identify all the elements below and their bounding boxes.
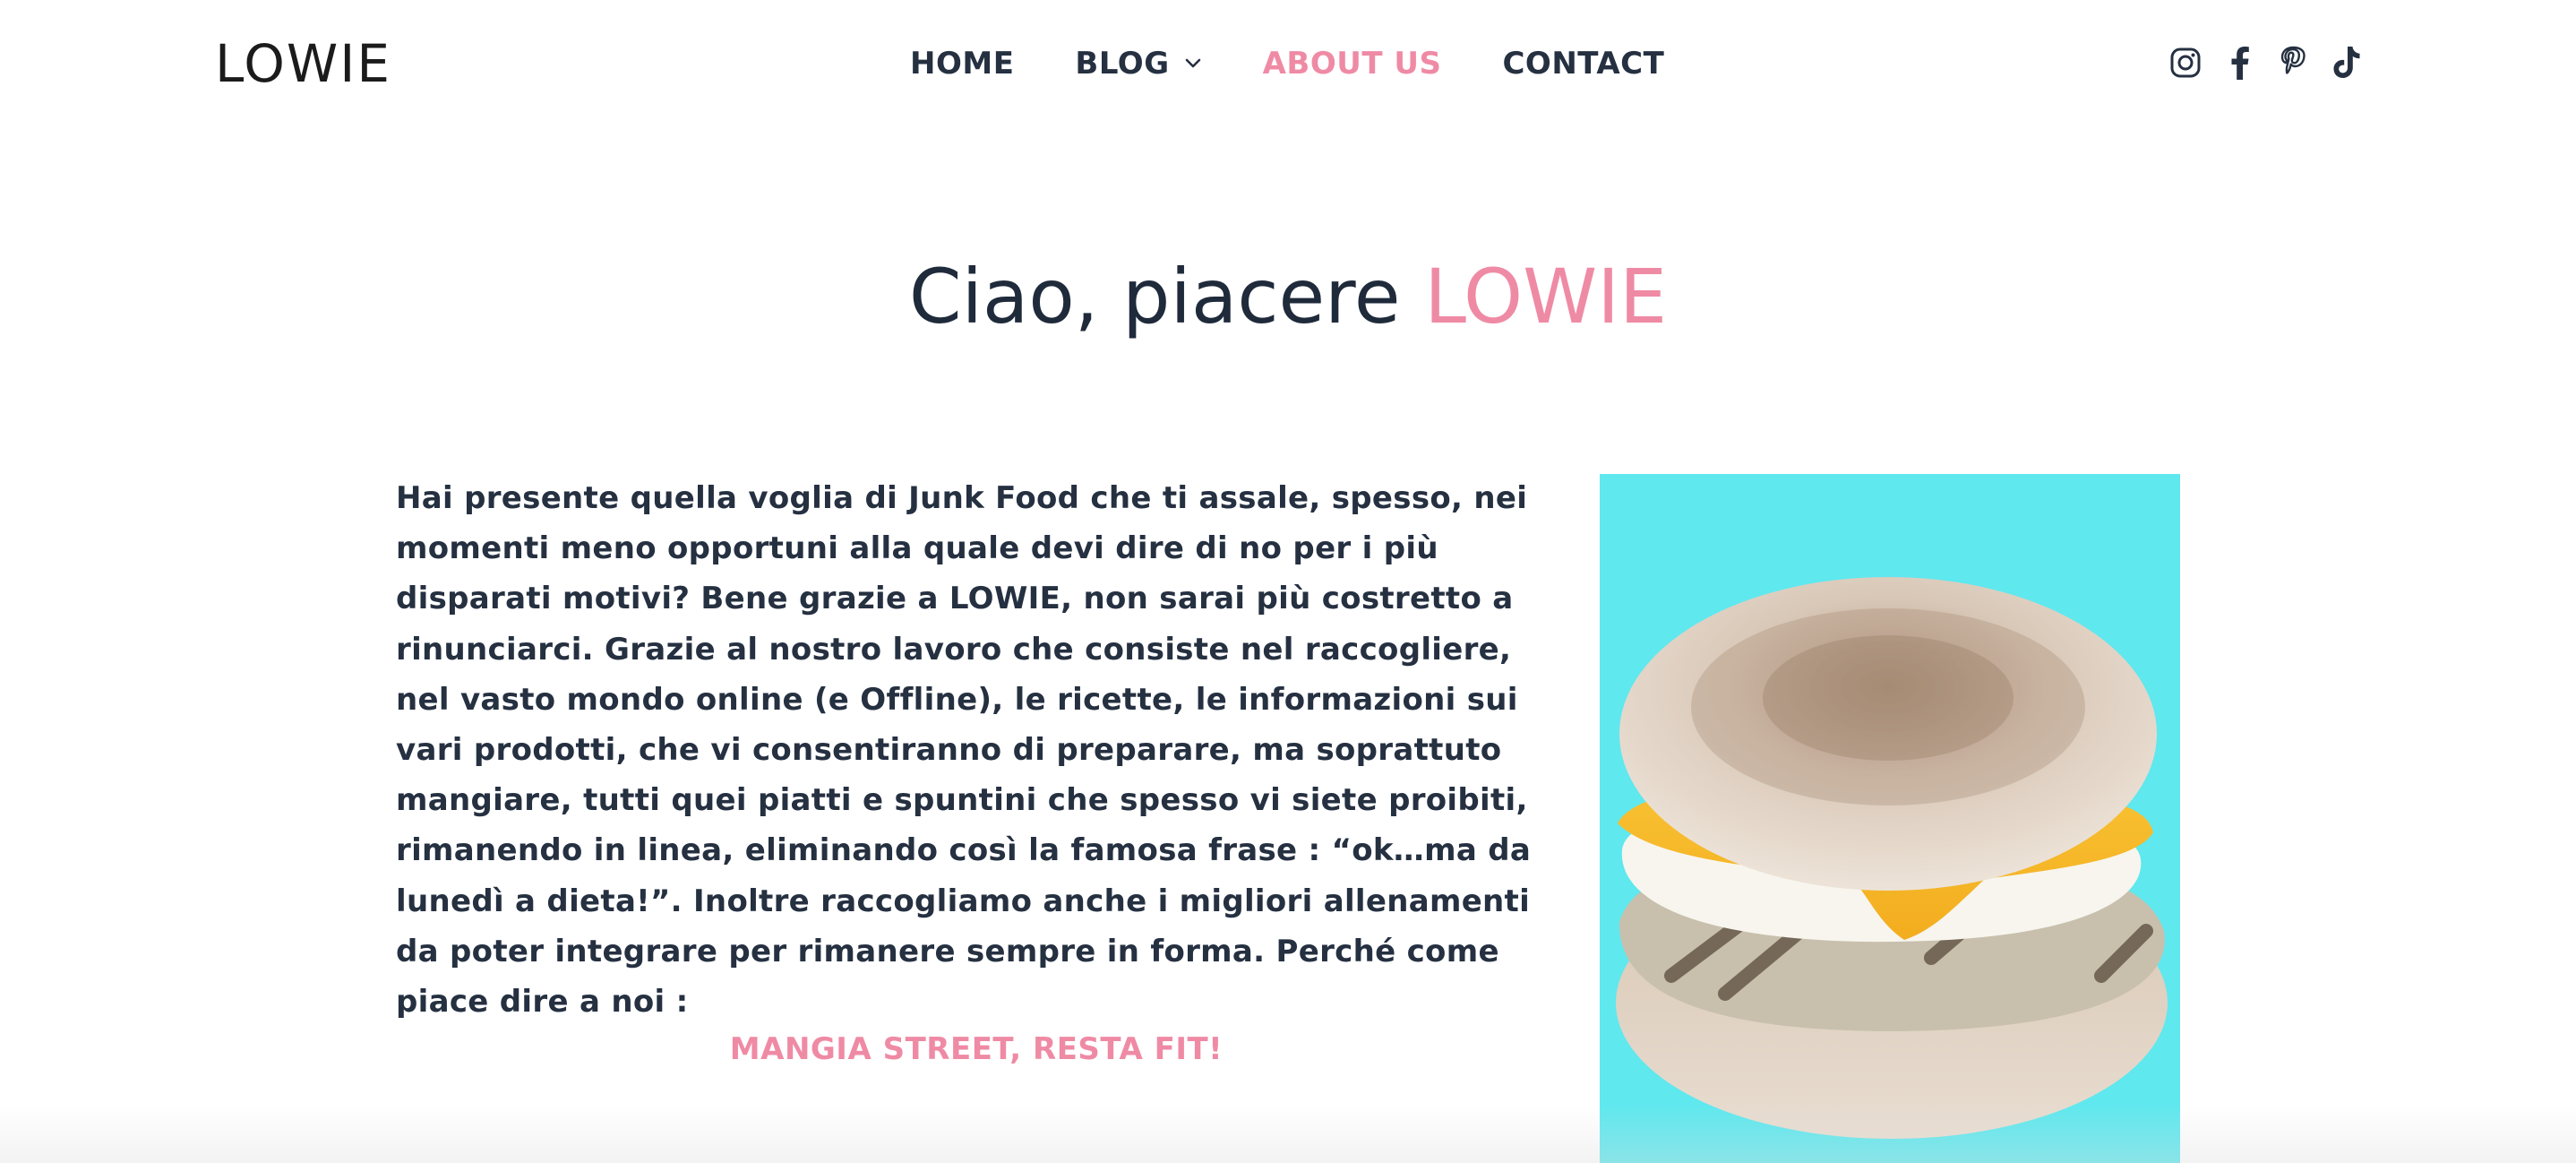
- main-nav: HOME BLOG ABOUT US CONTACT: [910, 41, 1664, 86]
- page-title: Ciao, piacere LOWIE: [0, 247, 2576, 346]
- intro-paragraph: Hai presente quella voglia di Junk Food …: [396, 473, 1575, 1027]
- nav-item-contact[interactable]: CONTACT: [1502, 46, 1664, 82]
- sandwich-photo: [1600, 474, 2180, 1163]
- bottom-shadow: [0, 1104, 2576, 1163]
- nav-item-blog[interactable]: BLOG: [1075, 46, 1203, 82]
- site-logo[interactable]: LOWIE: [215, 32, 391, 95]
- sandwich-illustration: [1616, 577, 2168, 1139]
- site-header: LOWIE HOME BLOG ABOUT US CONTACT: [0, 0, 2576, 125]
- social-links: [2168, 45, 2365, 81]
- facebook-icon[interactable]: [2221, 45, 2257, 81]
- nav-item-about-us[interactable]: ABOUT US: [1263, 46, 1442, 82]
- nav-item-blog-label: BLOG: [1075, 46, 1170, 82]
- intro-text-part2: , non sarai più costretto a rinunciarci.…: [396, 581, 1532, 1021]
- slogan: MANGIA STREET, RESTA FIT!: [729, 1031, 1224, 1067]
- chevron-down-icon: [1185, 58, 1200, 68]
- instagram-icon[interactable]: [2168, 45, 2203, 81]
- intro-brand: LOWIE: [949, 581, 1061, 617]
- nav-item-home[interactable]: HOME: [910, 46, 1014, 82]
- page-title-prefix: Ciao, piacere: [908, 253, 1401, 340]
- pinterest-icon[interactable]: [2275, 45, 2311, 81]
- page-title-brand: LOWIE: [1424, 253, 1668, 340]
- tiktok-icon[interactable]: [2329, 45, 2365, 81]
